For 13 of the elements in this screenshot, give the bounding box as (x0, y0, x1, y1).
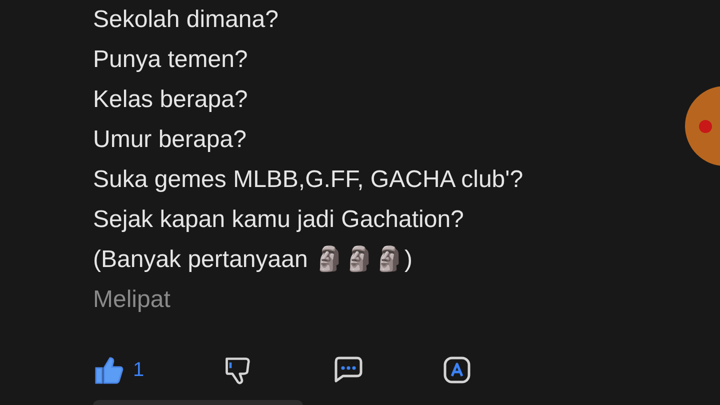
collapse-link[interactable]: Melipat (93, 280, 170, 320)
letter-a-icon (443, 356, 471, 384)
translate-button[interactable] (443, 356, 471, 384)
like-button[interactable]: 1 (93, 354, 223, 386)
comment-line: Kelas berapa? (93, 85, 248, 115)
speech-bubble-icon (333, 356, 363, 384)
comment-line: Sekolah dimana? (93, 5, 278, 35)
comment-line: Umur berapa? (93, 125, 246, 155)
comment-line: Punya temen? (93, 45, 248, 75)
comment-line: (Banyak pertanyaan 🗿🗿🗿) (93, 244, 412, 275)
thumbs-down-icon (223, 355, 253, 385)
comment-line: Suka gemes MLBB,G.FF, GACHA club'? (93, 165, 524, 195)
comment-line: Sejak kapan kamu jadi Gachation? (93, 205, 464, 235)
